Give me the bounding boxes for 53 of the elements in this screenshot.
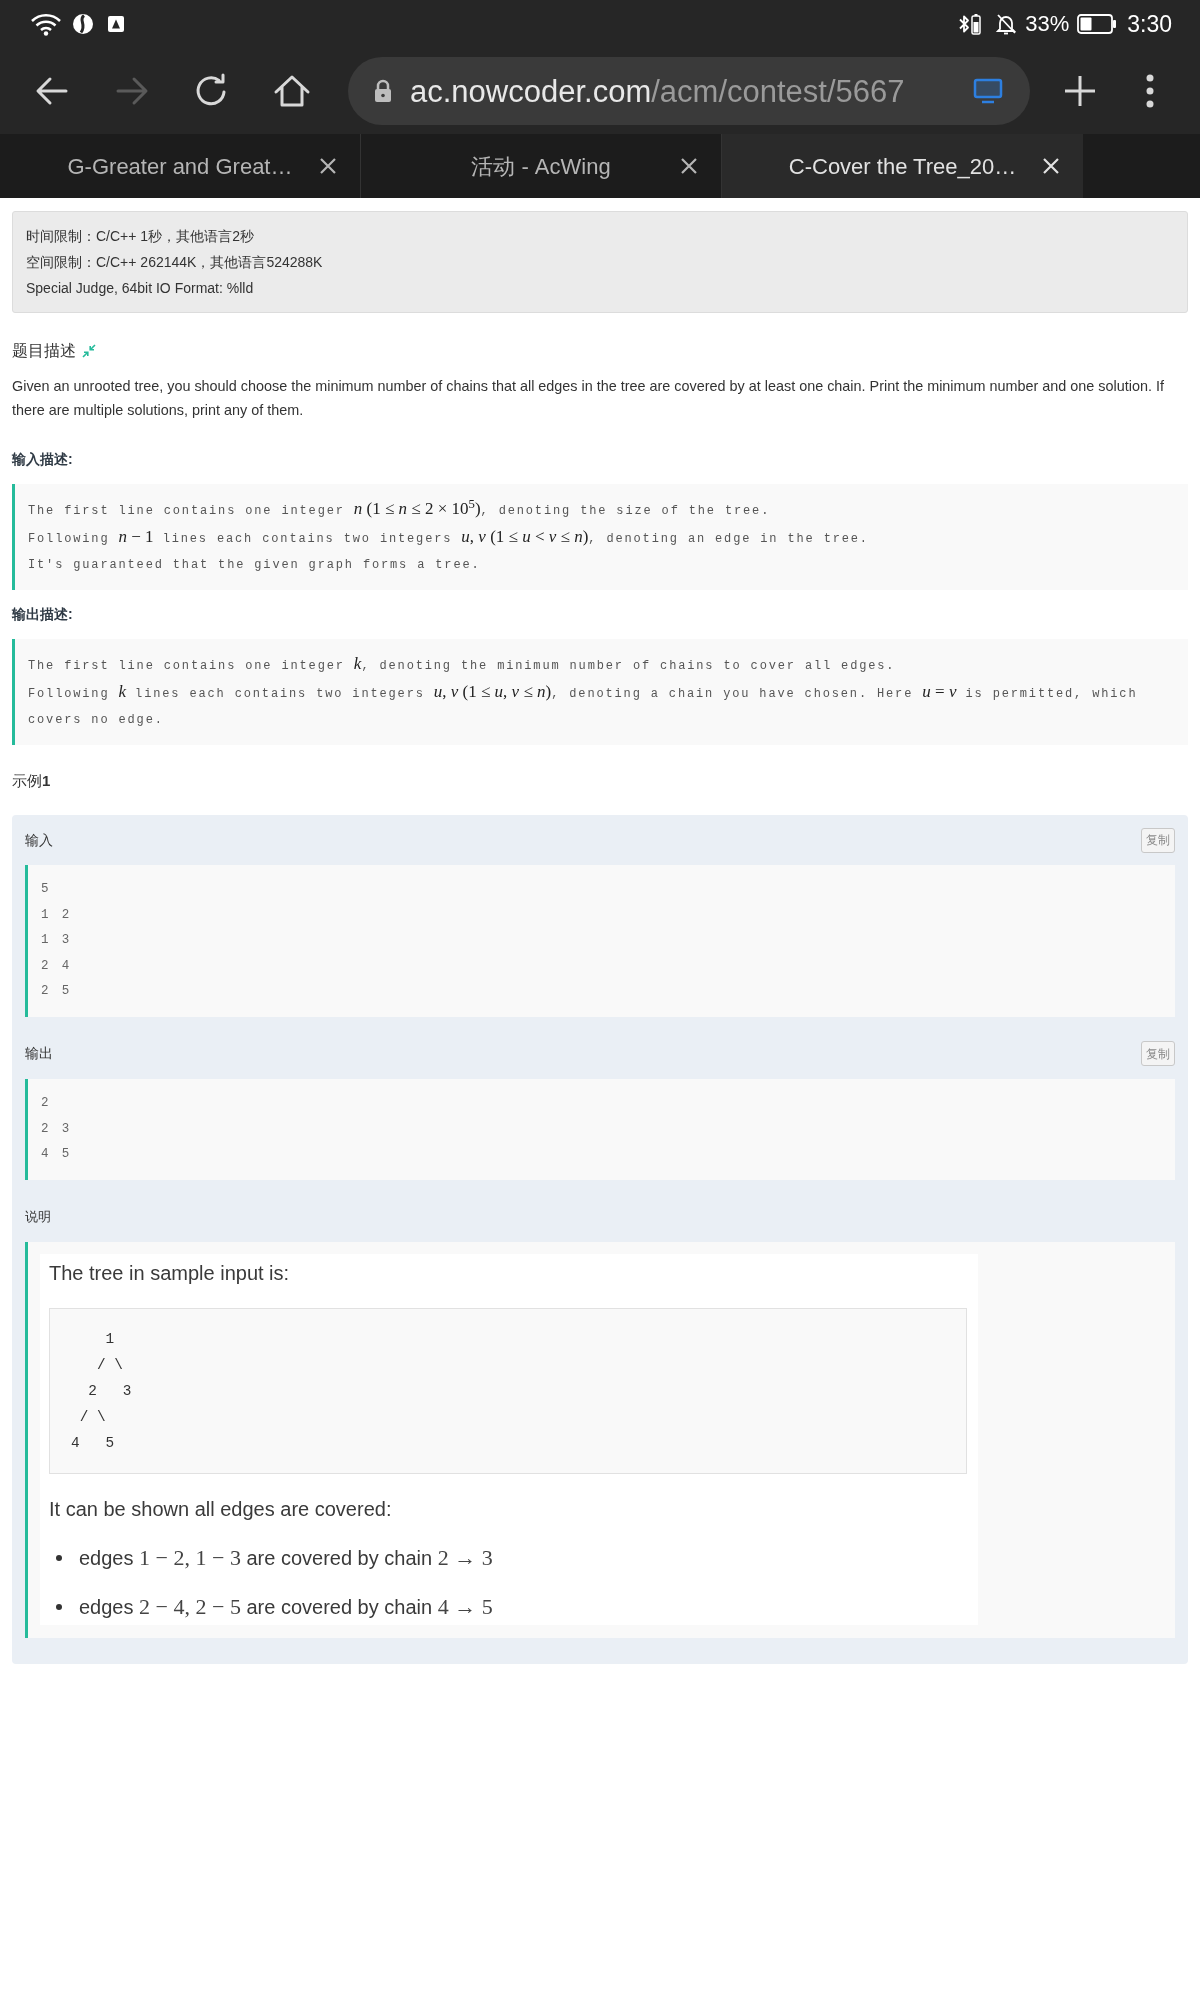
- battery-percentage: 33%: [1025, 13, 1070, 35]
- section-label: 输出: [25, 1044, 53, 1064]
- more-menu-icon[interactable]: [1146, 73, 1154, 109]
- code-line: 2 4: [41, 957, 73, 975]
- description-line: Following n − 1 lines each contains two integers u, v (1 ≤ u < v ≤ n), denoting an edge in the tree.: [28, 526, 870, 548]
- description-line: The first line contains one integer k, denoting the minimum number of chains to cover all edges.: [28, 653, 897, 675]
- limit-text: 时间限制：C/C++ 1秒，其他语言2秒: [26, 227, 255, 246]
- code-line: 1 2: [41, 906, 73, 924]
- url-text: ac.nowcoder.com/acm/contest/5667: [410, 75, 906, 107]
- app-notification-icon: [108, 16, 124, 32]
- browser-tab[interactable]: C-Cover the Tree_20…: [722, 134, 1083, 198]
- bluetooth-icon: [958, 13, 971, 35]
- clock-time: 3:30: [1127, 12, 1172, 36]
- code-line: 5: [41, 881, 52, 898]
- limit-text: 空间限制：C/C++ 262144K，其他语言524288K: [26, 253, 324, 272]
- list-item-text: edges 1 − 2, 1 − 3 are covered by chain 2 → 3: [79, 1543, 493, 1572]
- code-line: 2 3: [87, 1381, 132, 1401]
- wifi-icon: [30, 12, 62, 36]
- address-bar[interactable]: ac.nowcoder.com/acm/contest/5667: [348, 57, 1030, 125]
- list-item-text: edges 2 − 4, 2 − 5 are covered by chain 4 → 5: [79, 1592, 493, 1621]
- description-line: The first line contains one integer n (1 ≤ n ≤ 2 × 10$^{5}$), denoting the size of the tree.: [28, 496, 772, 520]
- code-line: 4 5: [71, 1433, 115, 1453]
- battery-icon: [1077, 14, 1118, 34]
- plus-icon[interactable]: [1063, 74, 1097, 108]
- headset-battery-icon: [971, 13, 982, 35]
- description-line: Following k lines each contains two integers u, v (1 ≤ u, v ≤ n), denoting a chain you have chosen. Here u = v is permitted, which covers no edge.: [28, 681, 1139, 729]
- code-line: 2: [41, 1094, 52, 1112]
- close-icon[interactable]: [318, 156, 338, 176]
- explanation-text: The tree in sample input is:: [49, 1260, 291, 1286]
- bell-off-icon: [995, 13, 1018, 35]
- desktop-monitor-icon[interactable]: [973, 78, 1003, 104]
- close-icon[interactable]: [679, 156, 699, 176]
- section-title: 输出描述:: [12, 605, 74, 624]
- code-line: 1 3: [41, 932, 73, 950]
- limit-text: Special Judge, 64bit IO Format: %lld: [26, 279, 255, 298]
- code-line: 2 5: [41, 983, 73, 1001]
- globe-icon: [72, 13, 94, 35]
- bullet-icon: [56, 1603, 62, 1610]
- section-title: 题目描述: [12, 341, 76, 361]
- explanation-text: It can be shown all edges are covered:: [49, 1496, 393, 1522]
- description-text: Given an unrooted tree, you should choose the minimum number of chains that all edges in the tree are covered by at least one chain. Print the minimum number and one solution. If there are multiple solutions, print any of them.: [12, 377, 1165, 420]
- code-line: 1: [104, 1329, 115, 1349]
- code-line: / \: [95, 1355, 123, 1375]
- example-title: 示例1: [12, 771, 52, 791]
- bullet-icon: [56, 1554, 62, 1561]
- code-line: 2 3: [41, 1120, 73, 1138]
- section-title: 输入描述:: [12, 450, 74, 469]
- code-line: / \: [78, 1407, 106, 1427]
- section-label: 输入: [25, 830, 53, 850]
- code-line: 4 5: [41, 1146, 73, 1164]
- description-line: It's guaranteed that the given graph forms a tree.: [28, 557, 482, 574]
- lock-icon: [374, 79, 392, 103]
- section-label: 说明: [25, 1208, 51, 1226]
